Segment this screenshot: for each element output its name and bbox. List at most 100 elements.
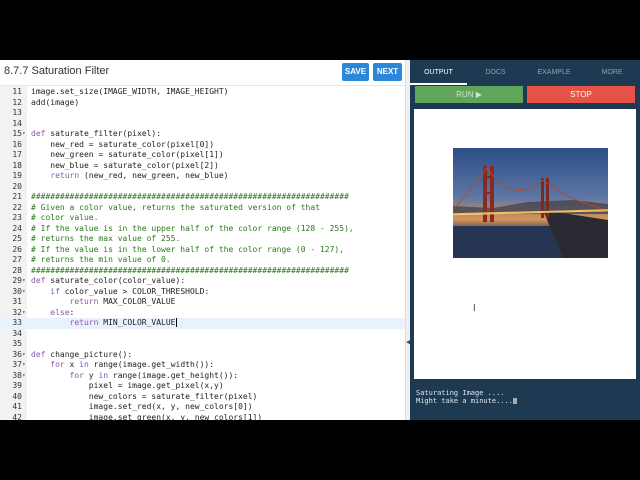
line-number: 33: [12, 318, 22, 327]
page-title: 8.7.7 Saturation Filter: [4, 65, 110, 77]
fold-arrow-icon[interactable]: ▾: [22, 371, 27, 382]
code-line[interactable]: 14: [0, 119, 405, 130]
code-line[interactable]: 22 # Given a color value, returns the sat…: [0, 203, 405, 214]
console-line: Might take a minute....: [416, 397, 517, 405]
code-line[interactable]: 11 image.set_size(IMAGE_WIDTH, IMAGE_HEIG…: [0, 87, 405, 98]
code-text: # If the value is in the upper half of t…: [31, 223, 354, 233]
code-line[interactable]: 37 ▾ for x in range(image.get_width()):: [0, 360, 405, 371]
code-text: for x in range(image.get_width()):: [50, 360, 215, 369]
text-caret: [175, 318, 177, 327]
code-line[interactable]: 25 # returns the max value of 255.: [0, 234, 405, 245]
console-cursor: [512, 398, 517, 404]
code-text: for y in range(image.get_height()):: [69, 370, 239, 380]
code-line[interactable]: 18 new_blue = saturate_color(pixel[2]): [0, 161, 405, 172]
bridge-image: [453, 148, 608, 258]
code-text: return (new_red, new_green, new_blue): [50, 171, 229, 180]
line-number: 38: [12, 370, 22, 380]
tab-more[interactable]: MORE: [584, 60, 640, 85]
run-button[interactable]: RUN ▶: [415, 86, 523, 103]
code-line[interactable]: 31 return MAX_COLOR_VALUE: [0, 297, 405, 308]
title-bar: 8.7.7 Saturation Filter SAVE NEXT: [0, 60, 405, 86]
code-text: add(image): [31, 97, 80, 107]
code-text: def saturate_filter(pixel):: [31, 129, 162, 138]
line-number: 12: [12, 97, 22, 107]
code-line[interactable]: 33 return MIN_COLOR_VALUE: [0, 318, 405, 329]
code-line[interactable]: 35: [0, 339, 405, 350]
line-number: 22: [12, 202, 22, 212]
code-text: image.set_green(x, y, new_colors[1]): [31, 412, 263, 421]
code-text: # Given a color value, returns the satur…: [31, 202, 320, 212]
line-number: 35: [12, 339, 22, 348]
editor-panel: 8.7.7 Saturation Filter SAVE NEXT 11 imag…: [0, 60, 405, 420]
line-number: 16: [12, 139, 22, 149]
console-line-text: Might take a minute....: [416, 397, 513, 405]
code-line[interactable]: 17 new_green = saturate_color(pixel[1]): [0, 150, 405, 161]
line-number: 29: [12, 276, 22, 285]
fold-arrow-icon[interactable]: ▾: [22, 360, 27, 371]
text-cursor-icon: I: [473, 303, 476, 314]
code-line[interactable]: 38 ▾ for y in range(image.get_height()):: [0, 371, 405, 382]
fold-arrow-icon[interactable]: ▾: [22, 308, 27, 319]
code-line[interactable]: 23 # color value.: [0, 213, 405, 224]
code-line[interactable]: 27 # returns the min value of 0.: [0, 255, 405, 266]
line-number: 11: [12, 87, 22, 96]
code-text: new_blue = saturate_color(pixel[2]): [31, 160, 219, 170]
code-line[interactable]: 12 add(image): [0, 98, 405, 109]
code-line[interactable]: 19 return (new_red, new_green, new_blue): [0, 171, 405, 182]
line-number: 32: [12, 307, 22, 317]
fold-arrow-icon[interactable]: ▾: [22, 287, 27, 298]
code-line[interactable]: 32 ▾ else:: [0, 308, 405, 319]
code-text: if color_value > COLOR_THRESHOLD:: [50, 286, 210, 296]
line-number: 39: [12, 381, 22, 390]
code-line[interactable]: 41 image.set_red(x, y, new_colors[0]): [0, 402, 405, 413]
line-number: 24: [12, 223, 22, 233]
line-number: 17: [12, 150, 22, 159]
next-button[interactable]: NEXT: [373, 63, 402, 81]
line-number: 26: [12, 244, 22, 254]
code-line[interactable]: 20: [0, 182, 405, 193]
fold-arrow-icon[interactable]: ▾: [22, 129, 27, 140]
code-line[interactable]: 30 ▾ if color_value > COLOR_THRESHOLD:: [0, 287, 405, 298]
code-line[interactable]: 34: [0, 329, 405, 340]
code-line[interactable]: 39 pixel = image.get_pixel(x,y): [0, 381, 405, 392]
line-number: 37: [12, 360, 22, 369]
code-line[interactable]: 26 # If the value is in the lower half of…: [0, 245, 405, 256]
code-text: # color value.: [31, 213, 99, 222]
save-button[interactable]: SAVE: [342, 63, 369, 81]
console-output: Saturating Image .... Might take a minut…: [414, 384, 636, 420]
stop-button[interactable]: STOP: [527, 86, 635, 103]
code-line[interactable]: 16 new_red = saturate_color(pixel[0]): [0, 140, 405, 151]
code-line[interactable]: 24 # If the value is in the upper half of…: [0, 224, 405, 235]
code-line[interactable]: 42 image.set_green(x, y, new_colors[1]): [0, 413, 405, 421]
code-line[interactable]: 36 ▾ def change_picture():: [0, 350, 405, 361]
code-text: pixel = image.get_pixel(x,y): [31, 381, 224, 390]
code-line[interactable]: 40 new_colors = saturate_filter(pixel): [0, 392, 405, 403]
code-text: new_colors = saturate_filter(pixel): [31, 391, 258, 401]
output-canvas[interactable]: I: [414, 109, 636, 420]
fold-arrow-icon[interactable]: ▾: [22, 350, 27, 361]
code-text: ########################################…: [31, 265, 349, 275]
code-line[interactable]: 13: [0, 108, 405, 119]
code-text: return MIN_COLOR_VALUE: [69, 318, 177, 327]
code-line[interactable]: 28 ######################################…: [0, 266, 405, 277]
line-number: 41: [12, 402, 22, 411]
line-number: 15: [12, 129, 22, 138]
line-number: 40: [12, 391, 22, 401]
code-text: new_green = saturate_color(pixel[1]): [31, 150, 224, 159]
line-number: 42: [12, 412, 22, 421]
tab-example[interactable]: EXAMPLE: [524, 60, 584, 85]
tab-output[interactable]: OUTPUT: [410, 60, 467, 85]
line-number: 13: [12, 108, 22, 117]
line-number: 28: [12, 265, 22, 275]
line-number: 36: [12, 349, 22, 359]
code-editor[interactable]: 11 image.set_size(IMAGE_WIDTH, IMAGE_HEIG…: [0, 86, 405, 420]
code-line[interactable]: 29 ▾ def saturate_color(color_value):: [0, 276, 405, 287]
code-line[interactable]: 21 ######################################…: [0, 192, 405, 203]
line-number: 34: [12, 328, 22, 338]
fold-arrow-icon[interactable]: ▾: [22, 276, 27, 287]
line-number: 27: [12, 255, 22, 264]
tab-docs[interactable]: DOCS: [467, 60, 524, 85]
code-text: new_red = saturate_color(pixel[0]): [31, 139, 215, 149]
code-line[interactable]: 15 ▾ def saturate_filter(pixel):: [0, 129, 405, 140]
line-number: 19: [12, 171, 22, 180]
